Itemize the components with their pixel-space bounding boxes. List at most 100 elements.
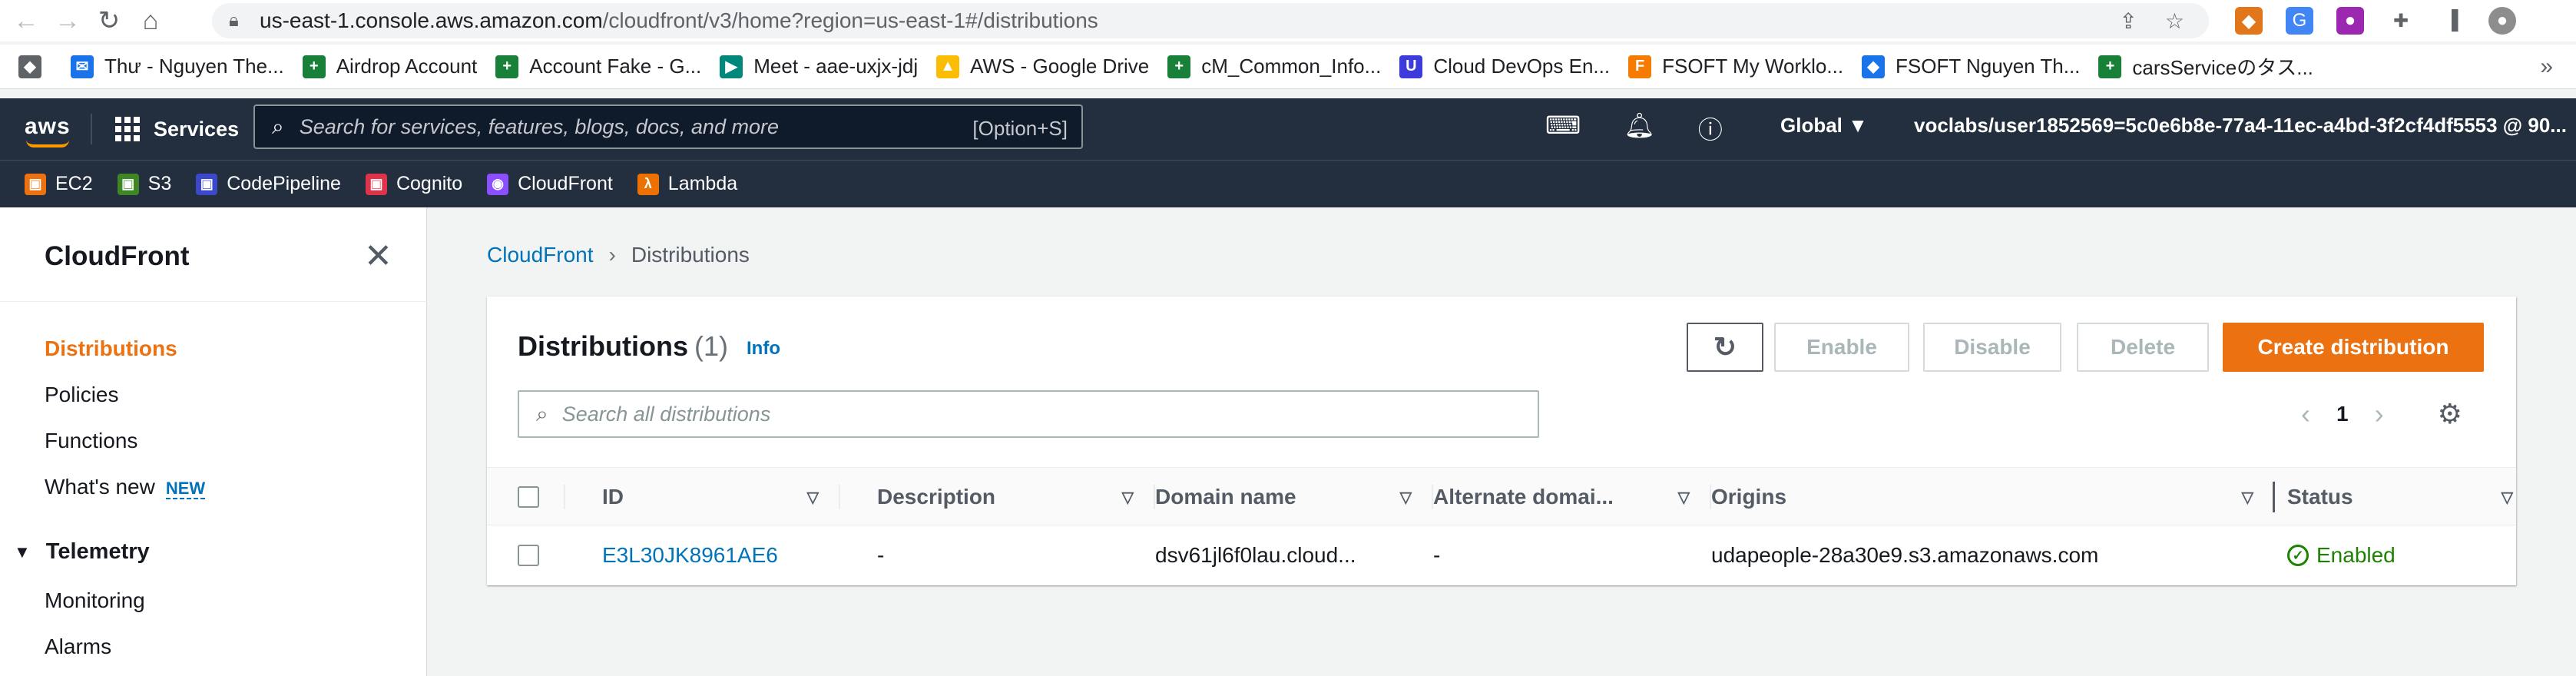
bookmark-item[interactable]: ✉ Thư - Nguyen The... <box>71 55 284 78</box>
distribution-search-input[interactable] <box>561 402 1484 426</box>
diamond-icon: ◆ <box>1862 55 1886 78</box>
codepipeline-icon: ▣ <box>196 173 218 195</box>
color-picker-icon[interactable]: ● <box>2336 7 2364 35</box>
help-icon[interactable]: ⓘ <box>1698 111 1723 146</box>
side-nav-monitoring[interactable]: Monitoring <box>45 588 145 613</box>
gear-icon[interactable]: ⚙ <box>2438 398 2462 430</box>
side-nav-whats-new[interactable]: What's new NEW <box>45 475 206 499</box>
browser-toolbar: ← → ↻ ⌂ 🔒︎ us-east-1.console.aws.amazon.… <box>0 0 2576 41</box>
aws-search-placeholder: Search for services, features, blogs, do… <box>299 114 779 138</box>
bookmark-label: cM_Common_Info... <box>1201 55 1382 78</box>
back-icon[interactable]: ← <box>11 5 41 36</box>
column-header-domain[interactable]: Domain name ▽ <box>1155 468 1433 526</box>
cognito-icon: ▣ <box>365 173 387 195</box>
s3-icon: ▣ <box>117 173 139 195</box>
bookmark-item[interactable]: ▶ Meet - aae-uxjx-jdj <box>720 55 918 78</box>
distribution-domain: dsv61jl6f0lau.cloud... <box>1155 543 1356 567</box>
row-checkbox[interactable] <box>518 545 539 566</box>
bookmark-item[interactable]: ▲ AWS - Google Drive <box>936 55 1149 78</box>
services-label: Services <box>154 117 240 141</box>
profile-avatar[interactable]: ● <box>2488 7 2516 35</box>
translate-icon[interactable]: G <box>2286 7 2313 35</box>
distribution-id-link[interactable]: E3L30JK8961AE6 <box>602 525 778 585</box>
bookmark-star-icon[interactable]: ☆ <box>2165 8 2184 34</box>
info-link[interactable]: Info <box>747 338 780 360</box>
side-nav-distributions[interactable]: Distributions <box>45 336 177 361</box>
select-all-cell <box>518 468 564 526</box>
table-row[interactable]: E3L30JK8961AE6 - dsv61jl6f0lau.cloud... … <box>487 525 2516 585</box>
favorite-cloudfront[interactable]: ◉ CloudFront <box>487 173 613 195</box>
enable-button[interactable]: Enable <box>1774 323 1909 372</box>
apps-icon[interactable]: ◆ <box>18 55 52 78</box>
bookmarks-overflow-icon[interactable]: » <box>2540 54 2553 80</box>
favorite-cognito[interactable]: ▣ Cognito <box>365 173 462 195</box>
bookmark-item[interactable]: U Cloud DevOps En... <box>1399 55 1610 78</box>
services-menu-button[interactable]: Services <box>115 117 239 141</box>
favorite-ec2[interactable]: ▣ EC2 <box>25 173 93 195</box>
url-host: us-east-1.console.aws.amazon.com <box>260 8 603 32</box>
share-icon[interactable]: ⇪ <box>2119 8 2137 34</box>
forward-icon[interactable]: → <box>52 5 83 36</box>
column-header-alternate-domain[interactable]: Alternate domai... ▽ <box>1433 468 1711 526</box>
region-selector[interactable]: Global ▼ <box>1780 114 1868 138</box>
cloudfront-icon: ◉ <box>487 173 509 195</box>
bookmark-item[interactable]: + Account Fake - G... <box>495 55 701 78</box>
distributions-panel: Distributions (1) Info ↻ Enable Disable D… <box>487 297 2516 585</box>
refresh-button[interactable]: ↻ <box>1687 323 1763 372</box>
side-nav-policies[interactable]: Policies <box>45 383 118 407</box>
delete-button[interactable]: Delete <box>2077 323 2209 372</box>
side-panel-icon[interactable]: ▐ <box>2438 7 2465 35</box>
ec2-icon: ▣ <box>25 173 46 195</box>
disable-button[interactable]: Disable <box>1923 323 2061 372</box>
column-header-origins[interactable]: Origins ▽ <box>1711 468 2275 526</box>
account-menu[interactable]: voclabs/user1852569=5c0e6b8e-77a4-11ec-a… <box>1914 114 2576 138</box>
side-nav-telemetry-section[interactable]: ▼ Telemetry <box>14 539 150 565</box>
row-select-cell <box>518 525 539 585</box>
bookmark-item[interactable]: ◆ FSOFT Nguyen Th... <box>1862 55 2080 78</box>
home-icon[interactable]: ⌂ <box>135 5 166 36</box>
bookmark-item[interactable]: + Airdrop Account <box>302 55 477 78</box>
current-page[interactable]: 1 <box>2336 402 2349 426</box>
panel-title-text: Distributions <box>518 330 688 362</box>
close-icon[interactable]: ✕ <box>364 237 392 276</box>
search-icon: ⌕ <box>536 401 548 426</box>
create-distribution-button[interactable]: Create distribution <box>2223 323 2484 372</box>
breadcrumb-cloudfront-link[interactable]: CloudFront <box>487 243 594 267</box>
address-bar[interactable]: 🔒︎ us-east-1.console.aws.amazon.com/clou… <box>212 3 2209 38</box>
favorite-label: S3 <box>147 173 172 194</box>
panel-title: Distributions (1) <box>518 330 728 363</box>
previous-page-icon[interactable]: ‹ <box>2301 398 2310 430</box>
bookmark-item[interactable]: + carsServiceのタス... <box>2098 52 2313 81</box>
bookmark-label: Account Fake - G... <box>529 55 702 78</box>
bookmark-item[interactable]: + cM_Common_Info... <box>1167 55 1381 78</box>
next-page-icon[interactable]: › <box>2375 398 2384 430</box>
bookmark-label: Cloud DevOps En... <box>1433 55 1611 78</box>
side-nav-functions[interactable]: Functions <box>45 429 137 453</box>
aws-search-input[interactable]: ⌕ Search for services, features, blogs, … <box>253 104 1083 149</box>
bookmark-item[interactable]: F FSOFT My Worklo... <box>1628 55 1843 78</box>
favorite-codepipeline[interactable]: ▣ CodePipeline <box>196 173 341 195</box>
aws-logo[interactable]: aws <box>23 106 74 152</box>
sort-caret-icon: ▽ <box>806 489 819 506</box>
notifications-bell-icon[interactable]: 🔔︎ <box>1624 111 1655 146</box>
reload-icon[interactable]: ↻ <box>94 5 124 36</box>
favorite-label: CloudFront <box>518 173 613 194</box>
extensions-puzzle-icon[interactable]: ✚ <box>2387 7 2415 35</box>
column-origins-label: Origins <box>1711 485 1787 509</box>
table-header: ID ▽ Description ▽ Domain name ▽ Alternate … <box>487 467 2516 525</box>
bookmark-label: FSOFT My Worklo... <box>1662 55 1844 78</box>
metamask-icon[interactable]: ◆ <box>2235 7 2263 35</box>
select-all-checkbox[interactable] <box>518 486 539 508</box>
column-header-status[interactable]: Status ▽ <box>2287 468 2516 526</box>
favorite-label: EC2 <box>55 173 93 194</box>
favorite-lambda[interactable]: λ Lambda <box>637 173 737 195</box>
distribution-search[interactable]: ⌕ <box>518 390 1539 438</box>
lock-icon: 🔒︎ <box>229 10 239 31</box>
favorite-label: CodePipeline <box>227 173 341 194</box>
cloudshell-icon[interactable]: ⌨ <box>1545 111 1581 146</box>
column-header-description[interactable]: Description ▽ <box>877 468 1155 526</box>
column-header-id[interactable]: ID ▽ <box>602 468 840 526</box>
check-circle-icon: ✓ <box>2287 545 2309 566</box>
side-nav-alarms[interactable]: Alarms <box>45 635 111 659</box>
favorite-s3[interactable]: ▣ S3 <box>117 173 172 195</box>
